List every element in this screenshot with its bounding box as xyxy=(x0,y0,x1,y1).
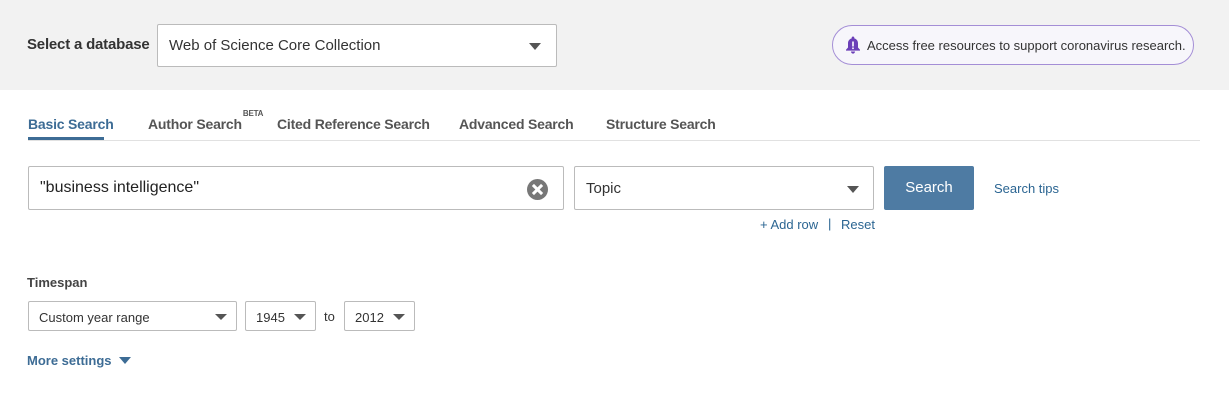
tab-label: Structure Search xyxy=(606,116,716,132)
tab-author-search[interactable]: Author SearchBETA xyxy=(148,109,263,132)
chevron-down-icon xyxy=(529,43,541,50)
from-year-value: 1945 xyxy=(256,310,285,325)
tab-cited-reference-search[interactable]: Cited Reference Search xyxy=(277,116,430,132)
tab-label: Advanced Search xyxy=(459,116,574,132)
search-query-value: "business intelligence" xyxy=(40,179,200,196)
to-year-select[interactable]: 2012 xyxy=(344,301,415,331)
tab-label: Author Search xyxy=(148,116,242,132)
chevron-down-icon xyxy=(294,314,306,320)
more-settings-label: More settings xyxy=(27,353,112,368)
search-field-value: Topic xyxy=(586,180,622,197)
more-settings-toggle[interactable]: More settings xyxy=(27,353,131,368)
chevron-down-icon xyxy=(215,314,227,320)
tab-label: Cited Reference Search xyxy=(277,116,430,132)
tab-label: Basic Search xyxy=(28,116,114,132)
database-label: Select a database xyxy=(27,36,150,53)
chevron-down-icon xyxy=(847,186,859,193)
active-tab-indicator xyxy=(28,137,104,140)
database-select[interactable]: Web of Science Core Collection xyxy=(157,24,557,67)
tab-structure-search[interactable]: Structure Search xyxy=(606,116,716,132)
bell-icon xyxy=(846,36,860,54)
coronavirus-resources-text: Access free resources to support coronav… xyxy=(867,38,1186,53)
chevron-down-icon xyxy=(393,314,405,320)
timespan-label: Timespan xyxy=(27,275,88,290)
search-tabs: Basic Search Author SearchBETA Cited Ref… xyxy=(28,109,1200,141)
to-label: to xyxy=(324,309,335,324)
clear-icon[interactable] xyxy=(527,179,548,200)
coronavirus-resources-link[interactable]: Access free resources to support coronav… xyxy=(832,25,1194,65)
search-button[interactable]: Search xyxy=(884,166,974,210)
search-field-select[interactable]: Topic xyxy=(574,166,874,210)
tab-basic-search[interactable]: Basic Search xyxy=(28,116,114,132)
beta-badge: BETA xyxy=(242,109,264,119)
database-bar: Select a database Web of Science Core Co… xyxy=(0,0,1229,90)
tab-advanced-search[interactable]: Advanced Search xyxy=(459,116,574,132)
timespan-range-select[interactable]: Custom year range xyxy=(28,301,237,331)
search-input[interactable]: "business intelligence" xyxy=(28,166,564,210)
timespan-range-value: Custom year range xyxy=(39,310,150,325)
to-year-value: 2012 xyxy=(355,310,384,325)
search-tips-link[interactable]: Search tips xyxy=(994,181,1059,196)
link-separator: | xyxy=(828,216,832,231)
reset-link[interactable]: Reset xyxy=(841,217,875,232)
database-selected-value: Web of Science Core Collection xyxy=(169,37,381,54)
add-row-link[interactable]: + Add row xyxy=(760,217,818,232)
from-year-select[interactable]: 1945 xyxy=(245,301,316,331)
chevron-down-icon xyxy=(118,357,131,364)
